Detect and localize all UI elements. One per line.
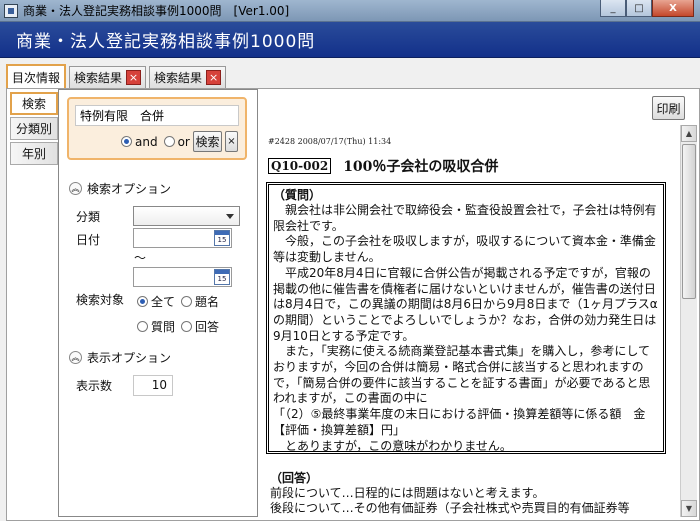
calendar-icon[interactable]: 15 xyxy=(214,269,230,285)
clear-search-button[interactable]: × xyxy=(225,131,238,152)
tab-label: 目次情報 xyxy=(12,70,61,85)
and-option[interactable]: and xyxy=(121,135,158,149)
minimize-button[interactable]: _ xyxy=(600,0,626,17)
post-meta: #2428 2008/07/17(Thu) 11:34 xyxy=(268,137,392,146)
side-tab-category[interactable]: 分類別 xyxy=(10,117,58,140)
close-tab-icon[interactable]: × xyxy=(126,70,142,85)
close-window-button[interactable]: X xyxy=(652,0,694,17)
count-input[interactable]: 10 xyxy=(133,375,173,396)
window-title: 商業・法人登記実務相談事例1000問 [Ver1.00] xyxy=(23,4,290,18)
target-answer-label: 回答 xyxy=(195,320,220,334)
target-title-label: 題名 xyxy=(195,295,220,309)
answer-section: （回答） 前段について…日程的には問題はないと考えます。 後段について…その他有… xyxy=(270,470,665,516)
display-options-heading: 表示オプション xyxy=(87,351,172,365)
date-separator: ～ xyxy=(134,251,147,265)
question-paragraph: 今般，この子会社を吸収しますが，吸収するについて資本金・準備金等は変動しません。 xyxy=(273,234,656,265)
calendar-day: 15 xyxy=(217,236,227,244)
calendar-icon[interactable]: 15 xyxy=(214,230,230,246)
date-from-field[interactable]: 15 xyxy=(133,228,232,248)
scroll-down-icon[interactable]: ▼ xyxy=(681,500,697,517)
tab-search-result-2[interactable]: 検索結果 × xyxy=(149,66,227,88)
radio-icon xyxy=(137,296,148,307)
question-paragraph: また，「実務に使える続商業登記基本書式集」を購入し，参考にしておりますが，今回の… xyxy=(273,344,651,406)
tab-label: 検索結果 xyxy=(74,71,123,85)
category-label: 分類 xyxy=(76,210,101,224)
target-option-all[interactable]: 全て xyxy=(137,293,175,310)
window-titlebar: 商業・法人登記実務相談事例1000問 [Ver1.00] _ □ X xyxy=(0,0,700,22)
chevron-down-icon xyxy=(226,214,234,219)
search-options-heading: 検索オプション xyxy=(87,182,172,196)
question-id: Q10-002 xyxy=(268,158,332,174)
question-heading: （質問） xyxy=(273,188,322,202)
answer-line: 前段について…日程的には問題はないと考えます。 xyxy=(270,486,545,500)
question-paragraph: 平成20年8月4日に官報に合併公告が掲載される予定ですが，官報の掲載の他に催告書… xyxy=(273,265,658,343)
window-controls: _ □ X xyxy=(600,0,694,17)
or-option[interactable]: or xyxy=(163,135,190,149)
question-title: 100％子会社の吸収合併 xyxy=(343,159,499,175)
display-options-toggle[interactable]: ︽ 表示オプション xyxy=(69,349,171,366)
and-label: and xyxy=(135,135,158,149)
target-option-answer[interactable]: 回答 xyxy=(181,318,219,335)
app-header: 商業・法人登記実務相談事例1000問 xyxy=(0,22,700,58)
app-icon xyxy=(4,3,18,18)
category-select[interactable] xyxy=(133,206,240,226)
question-paragraph: 「（2）⑤最終事業年度の末日における評価・換算差額等に係る額 金【評価・換算差額… xyxy=(273,407,646,437)
side-tab-bar: 検索 分類別 年別 xyxy=(10,92,58,167)
print-button[interactable]: 印刷 xyxy=(652,96,685,120)
answer-line: 後段について…その他有価証券（子会社株式や売買目的有価証券等 xyxy=(270,501,630,515)
scrollbar-thumb[interactable] xyxy=(682,144,696,299)
answer-heading: （回答） xyxy=(270,471,319,485)
app-title: 商業・法人登記実務相談事例1000問 xyxy=(16,32,316,52)
tab-bar: 目次情報 検索結果 × 検索結果 × xyxy=(0,58,700,88)
count-label: 表示数 xyxy=(76,379,113,393)
date-label: 日付 xyxy=(76,233,101,247)
tab-contents[interactable]: 目次情報 xyxy=(6,64,67,88)
radio-icon xyxy=(163,136,175,147)
search-mode: and or xyxy=(121,135,196,149)
target-all-label: 全て xyxy=(151,295,176,309)
search-input[interactable] xyxy=(75,105,239,126)
close-tab-icon[interactable]: × xyxy=(206,70,222,85)
question-header: Q10-002 100％子会社の吸収合併 xyxy=(268,156,498,176)
calendar-day: 15 xyxy=(217,275,227,283)
side-tab-year[interactable]: 年別 xyxy=(10,142,58,165)
target-label: 検索対象 xyxy=(76,293,125,307)
target-question-label: 質問 xyxy=(151,320,176,334)
maximize-button[interactable]: □ xyxy=(626,0,652,17)
tab-label: 検索結果 xyxy=(154,71,203,85)
question-box: （質問） 親会社は非公開会社で取締役会・監査役設置会社で，子会社は特例有限会社で… xyxy=(266,182,666,454)
radio-icon xyxy=(137,321,148,332)
search-button[interactable]: 検索 xyxy=(193,131,222,152)
target-option-question[interactable]: 質問 xyxy=(137,318,175,335)
side-tab-search[interactable]: 検索 xyxy=(10,92,58,115)
radio-icon xyxy=(121,136,132,147)
or-label: or xyxy=(177,135,190,149)
search-options-toggle[interactable]: ︽ 検索オプション xyxy=(69,180,171,197)
question-paragraph: 親会社は非公開会社で取締役会・監査役設置会社で，子会社は特例有限会社です。 xyxy=(273,203,657,233)
date-to-field[interactable]: 15 xyxy=(133,267,232,287)
chevron-up-icon: ︽ xyxy=(69,182,82,195)
radio-icon xyxy=(181,296,192,307)
tab-search-result-1[interactable]: 検索結果 × xyxy=(69,66,147,88)
question-paragraph: とありますが，この意味がわかりません。 xyxy=(273,438,512,453)
chevron-up-icon: ︽ xyxy=(69,351,82,364)
search-box: and or 検索 × xyxy=(67,97,247,160)
radio-icon xyxy=(181,321,192,332)
content-scrollbar[interactable]: ▲ ▼ xyxy=(680,125,697,517)
target-option-title[interactable]: 題名 xyxy=(181,293,219,310)
scroll-up-icon[interactable]: ▲ xyxy=(681,125,697,142)
